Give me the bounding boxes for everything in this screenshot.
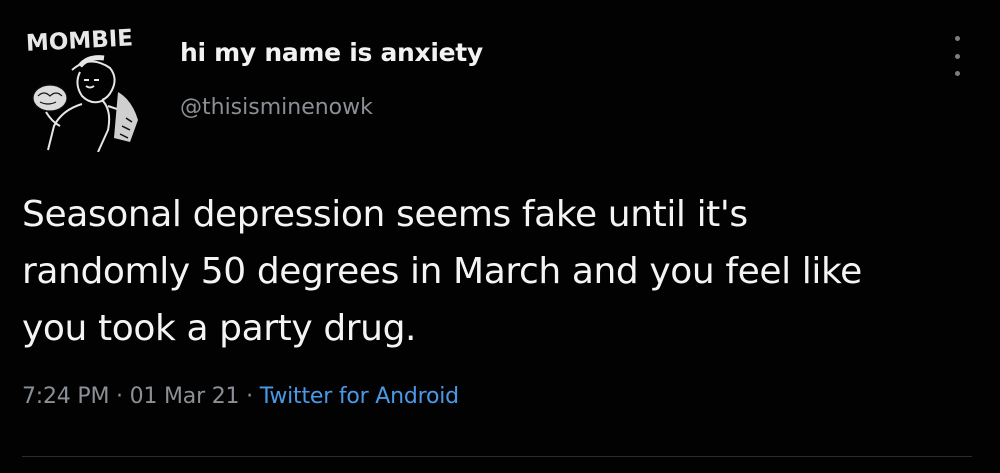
tweet-date[interactable]: 01 Mar 21: [130, 384, 240, 409]
divider: [22, 456, 972, 457]
display-name[interactable]: hi my name is anxiety: [180, 38, 483, 67]
more-dot: [954, 53, 960, 59]
more-dot: [954, 71, 960, 76]
avatar-image: MOMBIE: [25, 25, 138, 152]
more-options-icon[interactable]: [944, 36, 970, 76]
tweet-source-link[interactable]: Twitter for Android: [260, 384, 459, 409]
tweet-text: Seasonal depression seems fake until it'…: [22, 194, 862, 349]
tweet-time[interactable]: 7:24 PM: [22, 384, 109, 409]
svg-text:MOMBIE: MOMBIE: [25, 25, 133, 57]
tweet-metadata: 7:24 PM · 01 Mar 21 · Twitter for Androi…: [22, 384, 459, 409]
meta-separator: ·: [109, 384, 130, 409]
tweet-card: MOMBIE hi my name is anxiety @thisismine…: [0, 0, 1000, 473]
avatar[interactable]: MOMBIE: [22, 22, 157, 152]
user-handle[interactable]: @thisisminenowk: [180, 95, 373, 120]
more-dot: [954, 36, 960, 41]
meta-separator: ·: [239, 384, 260, 409]
